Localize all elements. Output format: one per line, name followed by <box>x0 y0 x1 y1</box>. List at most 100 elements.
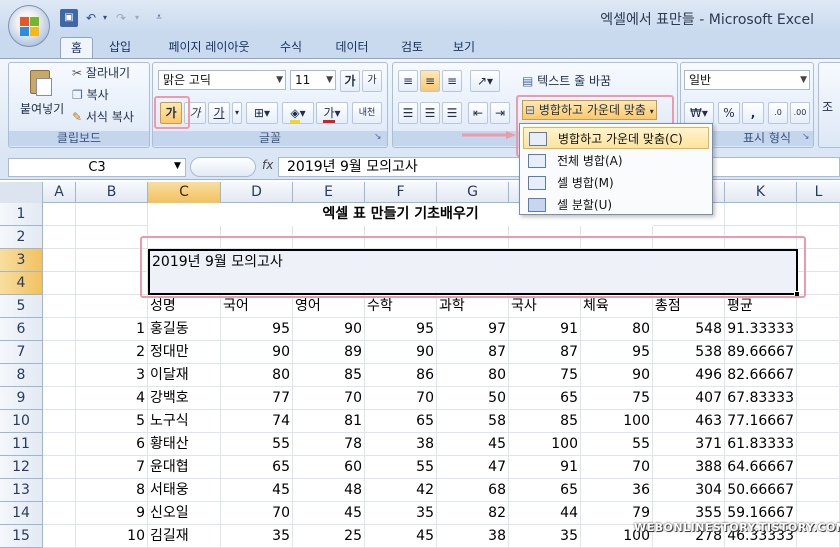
data-value[interactable]: 55 <box>365 456 437 479</box>
cell[interactable] <box>797 203 840 226</box>
student-name[interactable]: 윤대협 <box>148 456 221 479</box>
data-value[interactable]: 4 <box>76 387 148 410</box>
cell[interactable] <box>43 364 76 387</box>
data-value[interactable]: 61.83333 <box>725 433 797 456</box>
row-header-6[interactable]: 6 <box>0 318 43 341</box>
data-value[interactable]: 304 <box>653 479 725 502</box>
data-value[interactable]: 87 <box>509 341 581 364</box>
column-header-A[interactable]: A <box>43 182 76 203</box>
student-name[interactable]: 강백호 <box>148 387 221 410</box>
row-header-14[interactable]: 14 <box>0 502 43 525</box>
row-header-12[interactable]: 12 <box>0 456 43 479</box>
cell[interactable] <box>797 433 840 456</box>
cut-button[interactable]: ✂ 잘라내기 <box>72 62 130 84</box>
increase-decimal-icon[interactable]: .0 <box>768 102 788 124</box>
align-top-icon[interactable]: ≡ <box>398 70 418 92</box>
data-value[interactable]: 7 <box>76 456 148 479</box>
cell[interactable] <box>76 295 148 318</box>
data-value[interactable]: 65 <box>509 479 581 502</box>
cell[interactable] <box>43 479 76 502</box>
tab-data[interactable]: 데이터 <box>324 37 380 58</box>
tab-formulas[interactable]: 수식 <box>270 37 312 58</box>
column-header-E[interactable]: E <box>293 182 365 203</box>
chevron-down-icon[interactable]: ▼ <box>174 161 181 171</box>
data-value[interactable]: 100 <box>509 433 581 456</box>
row-header-9[interactable]: 9 <box>0 387 43 410</box>
cell[interactable] <box>43 272 76 295</box>
paste-icon[interactable] <box>24 68 58 98</box>
cell[interactable] <box>797 410 840 433</box>
cell[interactable] <box>43 410 76 433</box>
data-value[interactable]: 407 <box>653 387 725 410</box>
data-value[interactable]: 64.66667 <box>725 456 797 479</box>
tab-review[interactable]: 검토 <box>390 37 434 58</box>
font-dialog-launcher-icon[interactable]: ↘ <box>374 132 382 142</box>
cell[interactable] <box>797 364 840 387</box>
font-name-combo[interactable]: 맑은 고딕 ▼ <box>158 70 286 90</box>
align-left-icon[interactable]: ☰ <box>398 102 418 124</box>
office-button[interactable] <box>8 5 50 47</box>
cell[interactable] <box>797 479 840 502</box>
data-value[interactable]: 55 <box>581 433 653 456</box>
row-header-10[interactable]: 10 <box>0 410 43 433</box>
data-value[interactable]: 45 <box>437 433 509 456</box>
data-value[interactable]: 90 <box>365 341 437 364</box>
number-dialog-launcher-icon[interactable]: ↘ <box>802 132 810 142</box>
data-value[interactable]: 90 <box>293 318 365 341</box>
data-value[interactable]: 70 <box>365 387 437 410</box>
data-value[interactable]: 70 <box>293 387 365 410</box>
percent-button[interactable]: % <box>718 102 740 124</box>
data-value[interactable]: 91 <box>509 318 581 341</box>
data-value[interactable]: 75 <box>509 364 581 387</box>
fx-icon[interactable]: fx <box>262 158 273 172</box>
menu-merge-cells[interactable]: 셀 병합(M) <box>523 172 709 194</box>
student-name[interactable]: 서태웅 <box>148 479 221 502</box>
copy-button[interactable]: ❐ 복사 <box>72 84 109 106</box>
data-value[interactable]: 38 <box>437 525 509 548</box>
cell[interactable] <box>797 456 840 479</box>
row-header-5[interactable]: 5 <box>0 295 43 318</box>
data-value[interactable]: 35 <box>221 525 293 548</box>
underline-button[interactable]: 가 <box>208 102 230 124</box>
row-header-4[interactable]: 4 <box>0 272 43 295</box>
column-header-C[interactable]: C <box>148 182 221 203</box>
menu-merge-center[interactable]: 병합하고 가운데 맞춤(C) <box>523 127 709 149</box>
row-header-15[interactable]: 15 <box>0 525 43 548</box>
data-value[interactable]: 90 <box>221 341 293 364</box>
data-value[interactable]: 86 <box>365 364 437 387</box>
align-right-icon[interactable]: ☰ <box>442 102 462 124</box>
data-value[interactable]: 25 <box>293 525 365 548</box>
data-value[interactable]: 2 <box>76 341 148 364</box>
data-value[interactable]: 89.66667 <box>725 341 797 364</box>
data-value[interactable]: 45 <box>365 525 437 548</box>
data-value[interactable]: 9 <box>76 502 148 525</box>
cell[interactable] <box>76 203 148 226</box>
row-header-3[interactable]: 3 <box>0 249 43 272</box>
data-value[interactable]: 35 <box>509 525 581 548</box>
data-value[interactable]: 1 <box>76 318 148 341</box>
data-value[interactable]: 85 <box>509 410 581 433</box>
data-value[interactable]: 8 <box>76 479 148 502</box>
row-header-11[interactable]: 11 <box>0 433 43 456</box>
tab-page-layout[interactable]: 페이지 레이아웃 <box>154 37 264 58</box>
data-value[interactable]: 548 <box>653 318 725 341</box>
data-value[interactable]: 3 <box>76 364 148 387</box>
data-value[interactable]: 45 <box>221 479 293 502</box>
row-header-1[interactable]: 1 <box>0 203 43 226</box>
wrap-text-button[interactable]: ▤ 텍스트 줄 바꿈 <box>522 70 611 92</box>
cell[interactable] <box>43 456 76 479</box>
font-size-combo[interactable]: 11 ▼ <box>290 70 336 90</box>
row-header-13[interactable]: 13 <box>0 479 43 502</box>
cell[interactable] <box>43 295 76 318</box>
styles-button[interactable]: 조 <box>822 96 833 118</box>
cell[interactable] <box>43 341 76 364</box>
underline-dropdown[interactable]: ▾ <box>232 102 242 124</box>
data-value[interactable]: 95 <box>581 341 653 364</box>
data-value[interactable]: 44 <box>509 502 581 525</box>
cell[interactable] <box>76 226 148 249</box>
menu-unmerge-cells[interactable]: 셀 분할(U) <box>523 194 709 216</box>
comma-button[interactable]: , <box>742 102 764 124</box>
align-bottom-icon[interactable]: ≡ <box>442 70 462 92</box>
data-value[interactable]: 89 <box>293 341 365 364</box>
phonetic-button[interactable]: 내천 <box>352 102 382 124</box>
